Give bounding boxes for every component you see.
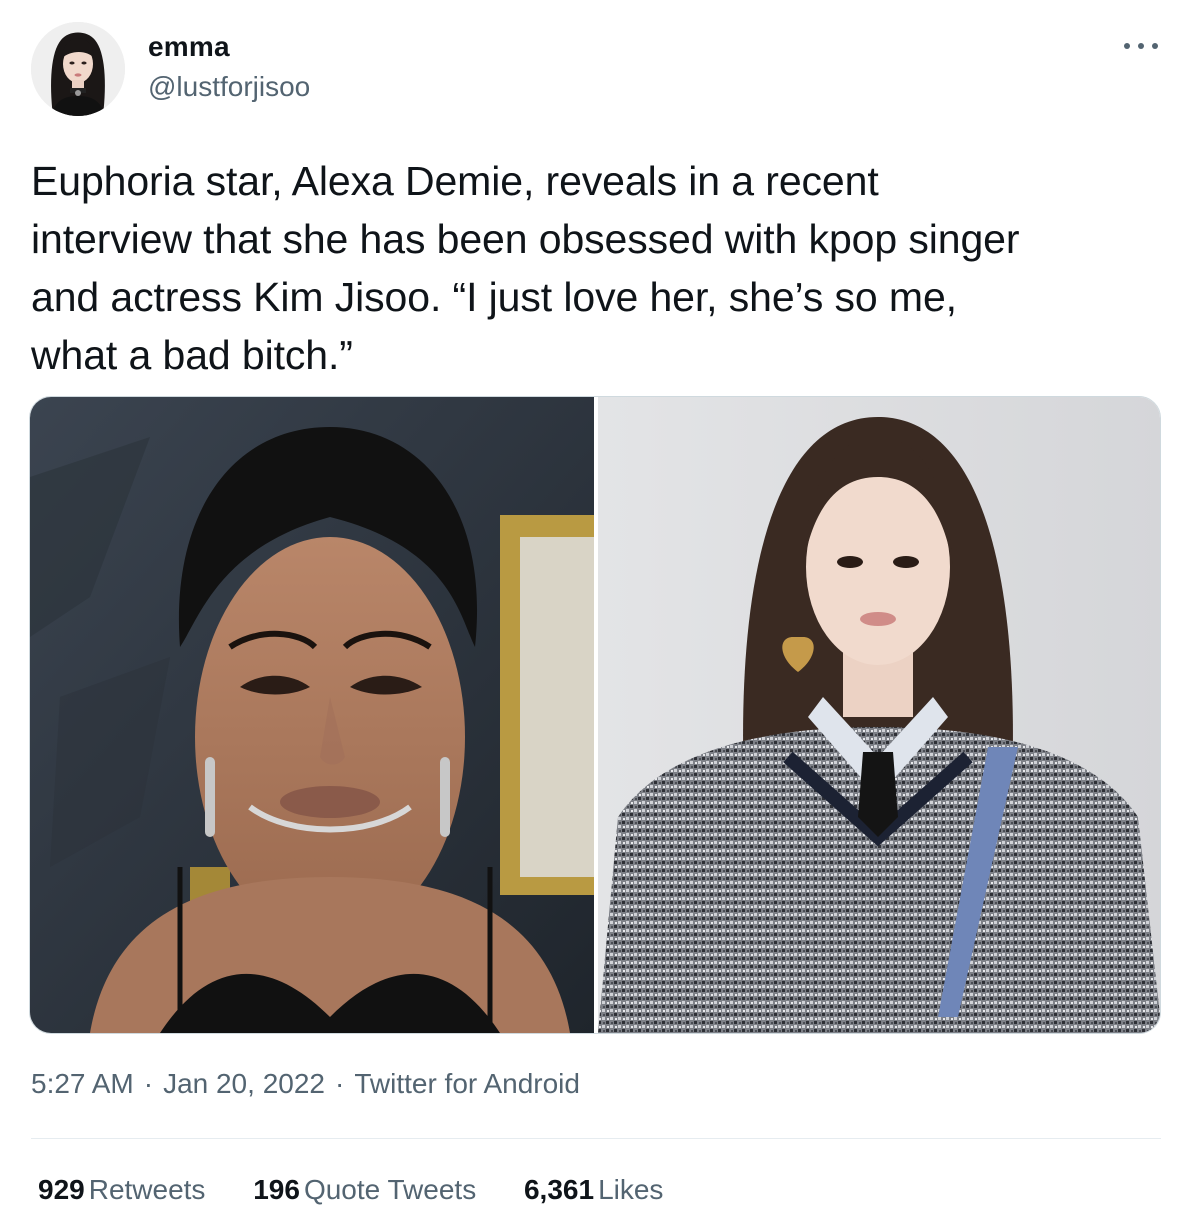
- more-options-icon[interactable]: [1124, 38, 1162, 54]
- author-handle[interactable]: @lustforjisoo: [148, 71, 310, 103]
- tweet-meta: 5:27 AM · Jan 20, 2022 · Twitter for Android: [31, 1068, 580, 1100]
- media-grid: [29, 396, 1161, 1034]
- retweets-stat[interactable]: 929 Retweets: [38, 1174, 205, 1206]
- quote-tweets-count: 196: [253, 1174, 300, 1205]
- photo-left-image: [30, 397, 594, 1033]
- author-name[interactable]: emma: [148, 31, 230, 63]
- tweet-text: Euphoria star, Alexa Demie, reveals in a…: [31, 152, 1161, 384]
- tweet-text-line: and actress Kim Jisoo. “I just love her,…: [31, 274, 957, 320]
- author-avatar[interactable]: [31, 22, 125, 116]
- tweet-text-line: what a bad bitch.”: [31, 332, 353, 378]
- avatar-image: [31, 22, 125, 116]
- tweet-detail: emma @lustforjisoo Euphoria star, Alexa …: [0, 0, 1190, 1230]
- likes-stat[interactable]: 6,361 Likes: [524, 1174, 663, 1206]
- tweet-source-link[interactable]: Twitter for Android: [354, 1068, 580, 1099]
- tweet-time[interactable]: 5:27 AM: [31, 1068, 134, 1099]
- meta-separator: ·: [143, 1068, 154, 1099]
- retweets-label: Retweets: [88, 1174, 206, 1205]
- tweet-text-line: interview that she has been obsessed wit…: [31, 216, 1020, 262]
- tweet-text-line: Euphoria star, Alexa Demie, reveals in a…: [31, 158, 879, 204]
- likes-label: Likes: [598, 1174, 664, 1205]
- tweet-date[interactable]: Jan 20, 2022: [163, 1068, 325, 1099]
- photo-right[interactable]: [598, 397, 1160, 1033]
- photo-left[interactable]: [30, 397, 594, 1033]
- quote-tweets-stat[interactable]: 196 Quote Tweets: [253, 1174, 476, 1206]
- tweet-stats: 929 Retweets 196 Quote Tweets 6,361 Likes: [38, 1174, 703, 1206]
- photo-right-image: [598, 397, 1160, 1033]
- quote-tweets-label: Quote Tweets: [303, 1174, 477, 1205]
- divider: [31, 1138, 1161, 1139]
- meta-separator: ·: [334, 1068, 345, 1099]
- retweets-count: 929: [38, 1174, 85, 1205]
- likes-count: 6,361: [523, 1174, 595, 1205]
